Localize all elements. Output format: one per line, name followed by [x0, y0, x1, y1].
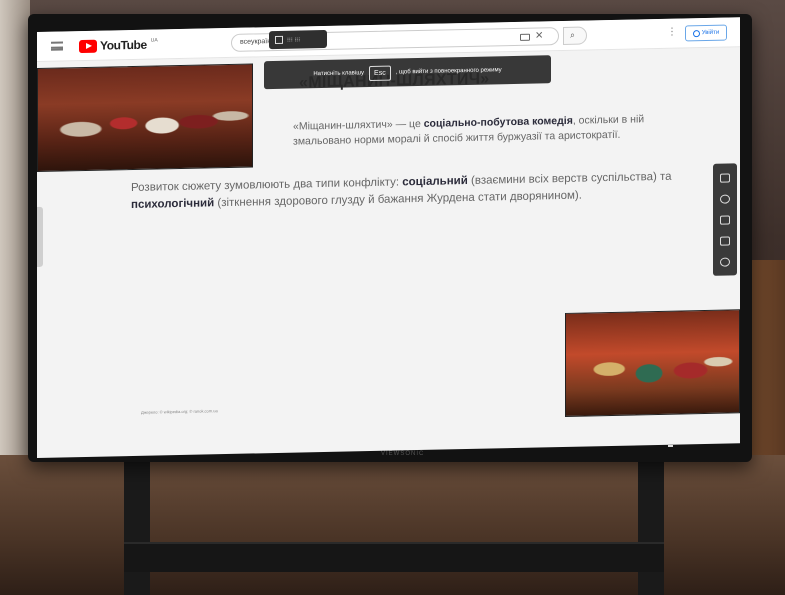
- toast-prefix: Натисніть клавішу: [313, 70, 365, 78]
- esc-key: Esc: [369, 65, 391, 81]
- screen: YouTube UA всеукраїнська школа ✕ ⌕ ⋮ Уві…: [37, 17, 740, 458]
- p2-text: (зіткнення здорового глузду й бажання Жу…: [214, 189, 582, 210]
- signin-button[interactable]: Увійти: [685, 24, 727, 42]
- p2-text: Розвиток сюжету зумовлюють два типи конф…: [131, 176, 403, 195]
- comment-icon[interactable]: [720, 173, 730, 183]
- close-icon[interactable]: ✕: [535, 30, 543, 41]
- painting-top: [37, 63, 253, 172]
- slide-caption: Джерело: © wikipedia.org; © ranok.com.ua: [141, 408, 218, 415]
- fullscreen-icon: [275, 35, 283, 45]
- tv-stand: [124, 462, 664, 595]
- toast-suffix: , щоб вийти з повноекранного режиму: [395, 67, 502, 76]
- menu-icon[interactable]: [51, 41, 63, 51]
- youtube-play-icon: [79, 39, 97, 53]
- p2-bold: психологічний: [131, 197, 215, 212]
- signin-label: Увійти: [701, 29, 720, 37]
- p2-text: (взаємини всіх верств суспільства) та: [467, 170, 672, 187]
- painting-bottom: [565, 309, 740, 417]
- fullscreen-chip-label: ⁝⁝⁝ ⁝⁝⁝: [287, 36, 301, 44]
- exit-fullscreen-toast: Натисніть клавішу Esc , щоб вийти з повн…: [264, 55, 551, 90]
- hourglass-icon[interactable]: [720, 236, 730, 246]
- stand-shelf: [124, 542, 664, 572]
- p1-text: «Міщанин-шляхтич» — це: [293, 117, 424, 133]
- search-button[interactable]: ⌕: [563, 26, 587, 45]
- stand-leg: [124, 462, 150, 595]
- p1-bold: соціально-побутова комедія: [423, 114, 573, 130]
- annotation-toolbar: [713, 163, 737, 276]
- slide-paragraph-1: «Міщанин-шляхтич» — це соціально-побутов…: [293, 112, 673, 150]
- p2-bold: соціальний: [402, 174, 468, 189]
- pen-icon[interactable]: [720, 194, 730, 204]
- settings-icon[interactable]: [720, 257, 730, 267]
- more-icon[interactable]: ⋮: [667, 27, 677, 38]
- stand-leg: [638, 462, 664, 595]
- fullscreen-chip: ⁝⁝⁝ ⁝⁝⁝: [269, 29, 327, 50]
- youtube-logo[interactable]: YouTube UA: [79, 37, 158, 53]
- country-code: UA: [150, 37, 158, 44]
- layers-icon[interactable]: [720, 215, 730, 225]
- search-icon: ⌕: [570, 29, 576, 40]
- user-icon: [692, 29, 700, 37]
- side-drawer-handle[interactable]: [37, 206, 43, 267]
- youtube-logo-text: YouTube: [100, 37, 147, 53]
- tv-brand: VIEWSONIC: [381, 451, 425, 457]
- slide-paragraph-2: Розвиток сюжету зумовлюють два типи конф…: [131, 169, 676, 214]
- keyboard-icon[interactable]: [520, 33, 530, 41]
- power-led: [668, 445, 673, 447]
